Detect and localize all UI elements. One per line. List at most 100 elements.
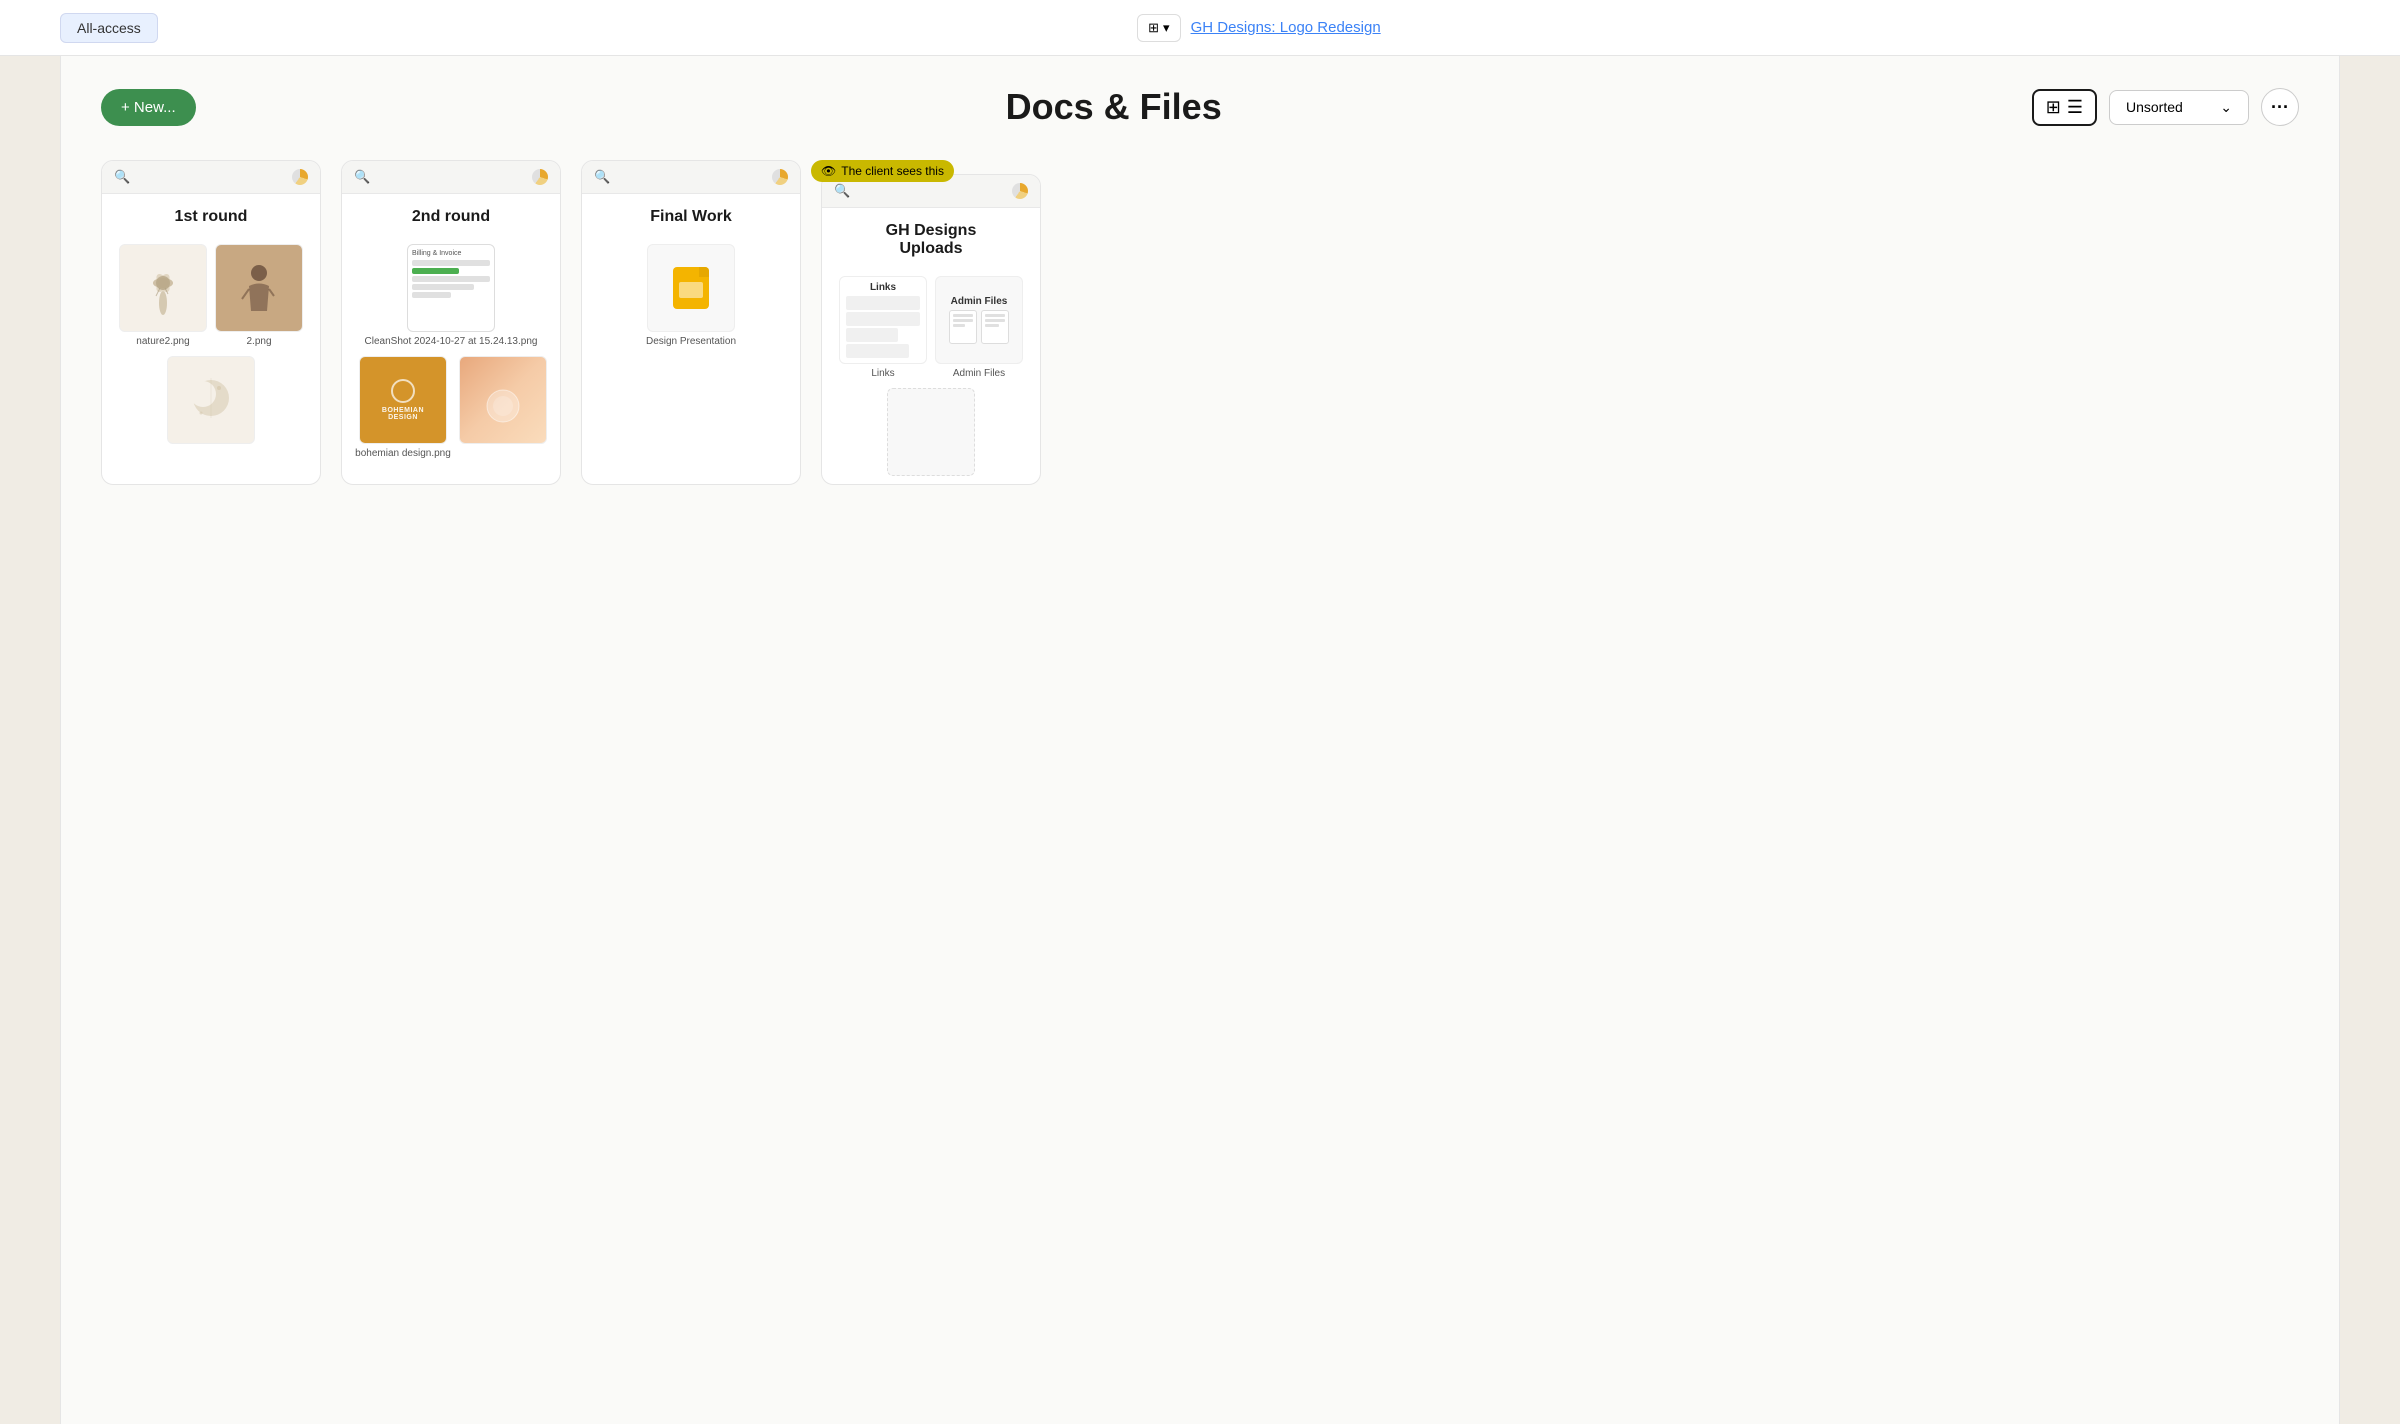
search-icon: 🔍 — [594, 169, 610, 185]
bohemian-preview: BOHEMIANDESIGN — [360, 357, 446, 443]
gh-card-wrapper: 👁 The client sees this 🔍 GH DesignsUploa… — [821, 174, 1041, 485]
view-controls: ⊞ ☰ Unsorted ⌄ ··· — [2032, 88, 2299, 126]
file-item-gradient[interactable] — [459, 356, 547, 460]
folder-card-2nd-round[interactable]: 🔍 2nd round Billing & Invoice — [341, 160, 561, 485]
folder-content: Design Presentation — [582, 236, 800, 356]
more-options-button[interactable]: ··· — [2261, 88, 2299, 126]
top-bar: All-access ⊞ ▾ GH Designs: Logo Redesign — [0, 0, 2400, 56]
file-thumbnail: Admin Files — [935, 276, 1023, 364]
more-icon: ··· — [2271, 97, 2289, 118]
bohemian-text: BOHEMIANDESIGN — [382, 407, 424, 421]
file-item-design-presentation[interactable]: Design Presentation — [646, 244, 736, 348]
chevron-down-icon: ▾ — [1163, 20, 1170, 36]
file-label: Admin Files — [953, 368, 1005, 380]
search-icon: 🔍 — [834, 183, 850, 199]
file-thumbnail — [119, 244, 207, 332]
moon-image — [181, 368, 241, 433]
cleanshot-preview: Billing & Invoice — [408, 245, 494, 331]
sort-dropdown[interactable]: Unsorted ⌄ — [2109, 90, 2249, 125]
client-tooltip: 👁 The client sees this — [811, 160, 954, 182]
file-thumbnail — [459, 356, 547, 444]
folder-content: nature2.png 2.png — [102, 236, 320, 452]
file-item-moon[interactable] — [167, 356, 255, 444]
google-slides-icon — [673, 267, 709, 309]
file-thumbnail — [887, 388, 975, 476]
cs-line-green — [412, 268, 459, 274]
file-thumbnail: Billing & Invoice — [407, 244, 495, 332]
cs-line — [412, 284, 474, 290]
file-item-2png[interactable]: 2.png — [215, 244, 303, 348]
links-files — [846, 296, 920, 358]
grid-view-button[interactable]: ⊞ ▾ — [1137, 14, 1180, 42]
doc-line — [985, 319, 1005, 322]
doc-line — [985, 324, 999, 327]
card-header-icons: 🔍 — [834, 183, 850, 199]
file-thumbnail — [647, 244, 735, 332]
breadcrumb-link[interactable]: GH Designs: Logo Redesign — [1191, 19, 1381, 36]
page-title: Docs & Files — [196, 86, 2032, 128]
file-item-nature2[interactable]: nature2.png — [119, 244, 207, 348]
mini-file — [846, 312, 920, 326]
folder-title: GH DesignsUploads — [822, 208, 1040, 268]
loading-spinner-icon — [292, 169, 308, 185]
new-button[interactable]: + New... — [101, 89, 196, 126]
admin-doc-1 — [949, 310, 977, 344]
file-label: CleanShot 2024-10-27 at 15.24.13.png — [365, 336, 538, 348]
file-thumbnail — [215, 244, 303, 332]
file-thumbnail: Links — [839, 276, 927, 364]
card-header-icons: 🔍 — [594, 169, 610, 185]
grid-list-toggle-button[interactable]: ⊞ ☰ — [2032, 89, 2097, 126]
admin-docs — [949, 310, 1009, 344]
mini-file — [846, 296, 920, 310]
card-header-icons: 🔍 — [114, 169, 130, 185]
folder-title: 1st round — [102, 194, 320, 236]
grid-icon: ⊞ — [1148, 20, 1159, 36]
cs-line — [412, 260, 490, 266]
folder-card-gh-uploads[interactable]: 🔍 GH DesignsUploads Links — [821, 174, 1041, 485]
folder-card-1st-round[interactable]: 🔍 1st round — [101, 160, 321, 485]
doc-line — [953, 324, 965, 327]
figure-image — [234, 261, 284, 316]
file-label: bohemian design.png — [355, 448, 451, 460]
grid-toggle-icon: ⊞ — [2046, 97, 2061, 118]
folder-card-final-work[interactable]: 🔍 Final Work Design Presentation — [581, 160, 801, 485]
sort-chevron-icon: ⌄ — [2220, 99, 2232, 116]
admin-files-title: Admin Files — [951, 296, 1008, 307]
sort-label: Unsorted — [2126, 99, 2183, 115]
folder-content: Billing & Invoice CleanShot 2024-10-27 a… — [342, 236, 560, 468]
search-icon: 🔍 — [114, 169, 130, 185]
top-bar-center: ⊞ ▾ GH Designs: Logo Redesign — [178, 14, 2340, 42]
card-header-icons: 🔍 — [354, 169, 370, 185]
cs-line — [412, 276, 490, 282]
folder-title: 2nd round — [342, 194, 560, 236]
gradient-image — [473, 368, 533, 433]
card-header: 🔍 — [342, 161, 560, 194]
links-folder-title: Links — [870, 282, 896, 293]
bohemian-circle — [391, 379, 415, 403]
file-label: Links — [871, 368, 894, 380]
eye-icon: 👁 — [821, 164, 836, 178]
file-item-links[interactable]: Links Links — [839, 276, 927, 380]
doc-line — [953, 314, 973, 317]
admin-doc-2 — [981, 310, 1009, 344]
flower-image — [138, 258, 188, 318]
loading-spinner-icon — [772, 169, 788, 185]
file-item-bohemian[interactable]: BOHEMIANDESIGN bohemian design.png — [355, 356, 451, 460]
client-tooltip-text: The client sees this — [841, 164, 944, 178]
file-item-empty — [887, 388, 975, 476]
card-header: 🔍 — [582, 161, 800, 194]
folder-title: Final Work — [582, 194, 800, 236]
card-header: 🔍 — [102, 161, 320, 194]
folder-content: Links Links Admin — [822, 268, 1040, 484]
file-thumbnail: BOHEMIANDESIGN — [359, 356, 447, 444]
doc-line — [953, 319, 973, 322]
mini-file — [846, 344, 909, 358]
loading-spinner-icon — [1012, 183, 1028, 199]
file-item-admin-files[interactable]: Admin Files — [935, 276, 1023, 380]
cards-grid: 🔍 1st round — [101, 160, 2299, 485]
file-item-cleanshot[interactable]: Billing & Invoice CleanShot 2024-10-27 a… — [365, 244, 538, 348]
list-toggle-icon: ☰ — [2067, 97, 2083, 118]
all-access-tab[interactable]: All-access — [60, 13, 158, 43]
search-icon: 🔍 — [354, 169, 370, 185]
cs-text: Billing & Invoice — [412, 249, 490, 258]
